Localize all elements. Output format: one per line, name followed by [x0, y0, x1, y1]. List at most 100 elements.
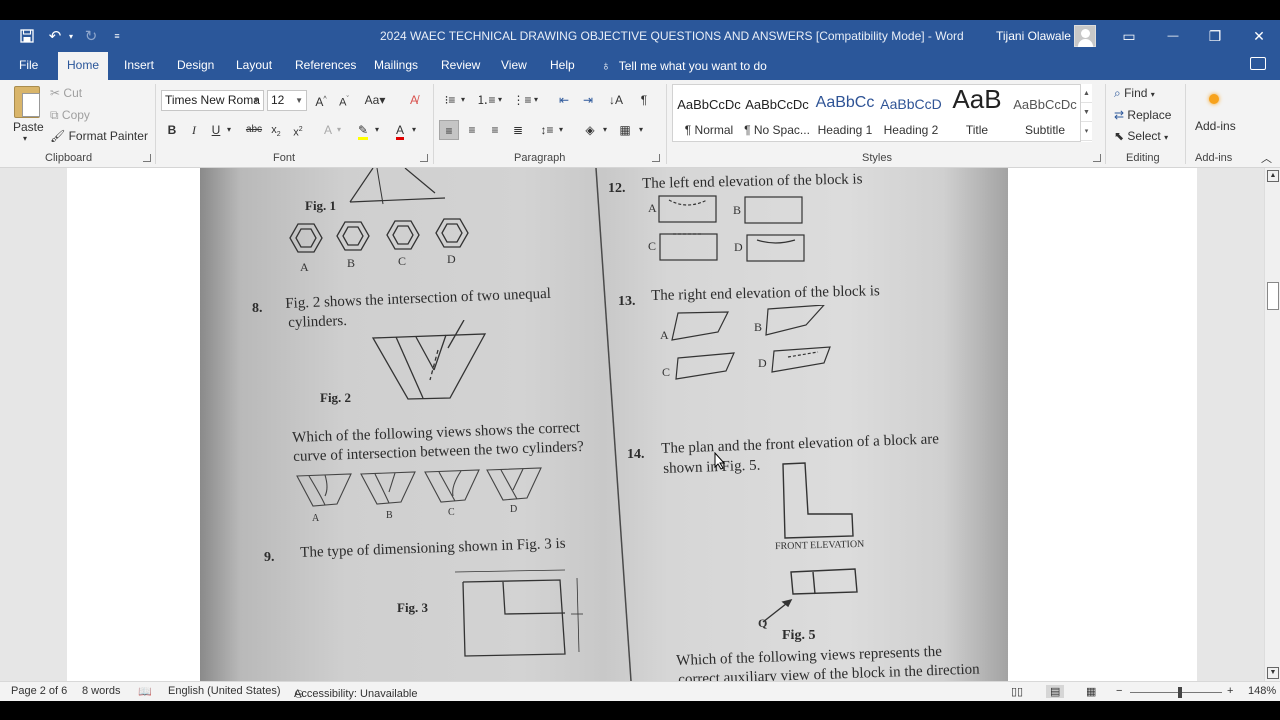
add-ins-button[interactable]: Add-ins	[1195, 119, 1236, 133]
tab-insert[interactable]: Insert	[115, 52, 163, 80]
tab-layout[interactable]: Layout	[227, 52, 281, 80]
subscript-icon[interactable]: x2	[266, 120, 286, 140]
style-title[interactable]: AaB Title	[943, 84, 1011, 141]
paste-button[interactable]: Paste	[13, 120, 44, 134]
undo-icon[interactable]: ↶	[44, 26, 66, 46]
select-button[interactable]: ⬉ Select ▾	[1114, 129, 1168, 143]
numbering-icon[interactable]: ⒈≡	[476, 90, 496, 110]
zoom-level[interactable]: 148%	[1248, 685, 1276, 697]
scroll-up-icon[interactable]: ▲	[1267, 170, 1279, 182]
underline-dropdown-icon[interactable]: ▾	[224, 120, 234, 140]
numbering-dropdown-icon[interactable]: ▾	[495, 90, 505, 110]
superscript-icon[interactable]: x2	[288, 120, 308, 140]
scroll-thumb[interactable]	[1267, 282, 1279, 310]
justify-icon[interactable]: ≣	[508, 120, 528, 140]
decrease-indent-icon[interactable]: ⇤	[554, 90, 574, 110]
styles-up-icon[interactable]: ▲	[1081, 84, 1092, 103]
replace-button[interactable]: ⇄ Replace	[1114, 108, 1171, 122]
zoom-slider[interactable]	[1130, 692, 1222, 693]
tab-view[interactable]: View	[492, 52, 536, 80]
line-spacing-dropdown-icon[interactable]: ▾	[556, 120, 566, 140]
highlight-dropdown-icon[interactable]: ▾	[372, 120, 382, 140]
tab-references[interactable]: References	[286, 52, 365, 80]
undo-dropdown-icon[interactable]: ▾	[66, 26, 76, 46]
page-indicator[interactable]: Page 2 of 6	[11, 685, 67, 697]
borders-icon[interactable]: ▦	[615, 120, 635, 140]
bullets-icon[interactable]: ⁝≡	[440, 90, 460, 110]
read-mode-icon[interactable]: ▯▯	[1011, 685, 1023, 698]
font-color-dropdown-icon[interactable]: ▾	[409, 120, 419, 140]
multilevel-list-icon[interactable]: ⋮≡	[512, 90, 532, 110]
font-name-box[interactable]: Times New Roma ▼	[161, 90, 264, 111]
strikethrough-icon[interactable]: abc	[244, 120, 264, 140]
paragraph-launcher-icon[interactable]	[652, 154, 660, 162]
scroll-down-icon[interactable]: ▼	[1267, 667, 1279, 679]
italic-icon[interactable]: I	[184, 120, 204, 140]
save-icon[interactable]	[16, 26, 38, 46]
highlight-icon[interactable]: ✎	[353, 120, 373, 140]
styles-launcher-icon[interactable]	[1093, 154, 1101, 162]
find-button[interactable]: ⌕ Find ▾	[1114, 86, 1155, 101]
bold-icon[interactable]: B	[162, 120, 182, 140]
style-heading-1[interactable]: AaBbCc Heading 1	[811, 85, 879, 141]
shading-dropdown-icon[interactable]: ▾	[600, 120, 610, 140]
style-no-spacing[interactable]: AaBbCcDc ¶ No Spac...	[743, 85, 811, 141]
style-heading-2[interactable]: AaBbCcD Heading 2	[877, 85, 945, 141]
grow-font-icon[interactable]: A^	[311, 90, 331, 110]
zoom-slider-thumb[interactable]	[1178, 687, 1182, 698]
borders-dropdown-icon[interactable]: ▾	[636, 120, 646, 140]
close-button[interactable]: ✕	[1244, 26, 1274, 46]
bullets-dropdown-icon[interactable]: ▾	[458, 90, 468, 110]
shading-icon[interactable]: ◈	[580, 120, 600, 140]
zoom-in-icon[interactable]: +	[1227, 685, 1233, 697]
underline-icon[interactable]: U	[206, 120, 226, 140]
document-page[interactable]: Fig. 1 A B C D 8. Fig. 2 shows the inter…	[67, 168, 1197, 681]
text-effects-dropdown-icon[interactable]: ▾	[334, 120, 344, 140]
avatar[interactable]	[1074, 25, 1096, 47]
tab-home[interactable]: Home	[58, 52, 109, 80]
tab-file[interactable]: File	[10, 52, 47, 80]
minimize-button[interactable]: —	[1158, 26, 1188, 46]
increase-indent-icon[interactable]: ⇥	[578, 90, 598, 110]
zoom-out-icon[interactable]: −	[1116, 685, 1122, 697]
language-indicator[interactable]: English (United States)	[168, 685, 281, 697]
tab-mailings[interactable]: Mailings	[365, 52, 427, 80]
ribbon-display-icon[interactable]: ▭	[1114, 26, 1144, 46]
print-layout-icon[interactable]: ▤	[1046, 685, 1065, 698]
collapse-ribbon-icon[interactable]: ︿	[1261, 150, 1272, 166]
style-subtitle[interactable]: AaBbCcDc Subtitle	[1011, 85, 1079, 141]
line-spacing-icon[interactable]: ↕≡	[537, 120, 557, 140]
lightbulb-icon: ♁	[601, 58, 611, 73]
clipboard-launcher-icon[interactable]	[143, 154, 151, 162]
format-painter-button[interactable]: 🖌 Format Painter	[50, 129, 148, 143]
font-color-icon[interactable]: A	[390, 120, 410, 140]
font-launcher-icon[interactable]	[420, 154, 428, 162]
tab-design[interactable]: Design	[168, 52, 223, 80]
style-normal[interactable]: AaBbCcDc ¶ Normal	[675, 85, 743, 141]
show-formatting-icon[interactable]: ¶	[634, 90, 654, 110]
styles-more-icon[interactable]: ▾	[1081, 122, 1092, 141]
restore-button[interactable]: ❐	[1200, 26, 1230, 46]
word-count[interactable]: 8 words	[82, 685, 121, 697]
proofing-icon[interactable]: 📖	[138, 685, 152, 698]
web-layout-icon[interactable]: ▦	[1086, 685, 1096, 698]
paste-icon[interactable]	[14, 86, 40, 118]
multilevel-dropdown-icon[interactable]: ▾	[531, 90, 541, 110]
user-name[interactable]: Tijani Olawale	[996, 29, 1071, 43]
comments-icon[interactable]	[1250, 57, 1266, 70]
tell-me-search[interactable]: ♁ Tell me what you want to do	[592, 52, 776, 80]
tab-review[interactable]: Review	[432, 52, 489, 80]
change-case-icon[interactable]: Aa▾	[362, 90, 388, 110]
tab-help[interactable]: Help	[541, 52, 584, 80]
customize-toolbar-icon[interactable]: ≡	[110, 26, 124, 46]
vertical-scrollbar[interactable]: ▲ ▼	[1264, 168, 1280, 681]
shrink-font-icon[interactable]: Aˇ	[334, 90, 354, 110]
clear-formatting-icon[interactable]: A̸	[404, 90, 424, 110]
sort-icon[interactable]: ↓A	[606, 90, 626, 110]
align-left-icon[interactable]: ≡	[439, 120, 459, 140]
styles-down-icon[interactable]: ▼	[1081, 103, 1092, 122]
font-size-box[interactable]: 12 ▼	[267, 90, 307, 111]
paste-dropdown-icon[interactable]: ▾	[23, 134, 27, 143]
align-right-icon[interactable]: ≡	[485, 120, 505, 140]
align-center-icon[interactable]: ≡	[462, 120, 482, 140]
